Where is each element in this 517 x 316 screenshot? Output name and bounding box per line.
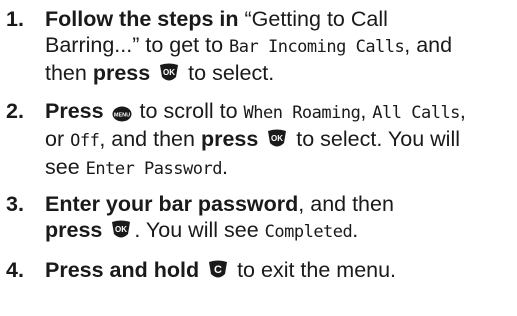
bold-phrase: press <box>200 127 259 151</box>
text: Barring...” to get to <box>45 33 230 57</box>
step-text: Follow the steps in “Getting to Call Bar… <box>45 6 515 86</box>
text: to select. <box>182 61 275 85</box>
ok-key-icon: OK <box>110 219 132 241</box>
text: . You will see <box>134 218 265 242</box>
text: , <box>360 99 373 123</box>
bold-phrase: press <box>92 61 151 85</box>
step-number: 1. <box>6 7 24 31</box>
text: to select. You will <box>290 127 461 151</box>
step-text: Press and hold C to exit the menu. <box>45 257 515 283</box>
text: , and then <box>99 127 201 151</box>
clear-key-icon: C <box>207 259 229 281</box>
text: to exit the menu. <box>231 258 397 282</box>
ok-key-icon: OK <box>158 62 180 84</box>
display-text-off: Off <box>70 131 100 151</box>
display-text-when-roaming: When Roaming <box>243 103 361 123</box>
step-number: 2. <box>6 99 24 123</box>
display-text-bar-incoming-calls: Bar Incoming Calls <box>229 37 405 57</box>
text: to scroll to <box>133 99 244 123</box>
text: or <box>45 127 71 151</box>
bold-phrase: Enter your bar password <box>45 192 299 216</box>
menu-key-icon: MENU <box>112 106 132 122</box>
text: . <box>221 155 228 179</box>
display-text-all-calls: All Calls <box>372 103 460 123</box>
text: “Getting to Call <box>238 7 388 31</box>
text: , and <box>404 33 453 57</box>
bold-phrase: Press <box>45 99 104 123</box>
step-number: 4. <box>6 258 24 282</box>
text: see <box>45 155 86 179</box>
text: , <box>459 99 466 123</box>
text: . <box>352 218 359 242</box>
clear-key-label: C <box>214 264 222 276</box>
bold-phrase: Press and hold <box>45 258 200 282</box>
step-text: Press MENU to scroll to When Roaming, Al… <box>45 98 515 182</box>
step-text: Enter your bar password, and then press … <box>45 191 515 245</box>
display-text-enter-password: Enter Password <box>85 159 223 179</box>
ok-key-label: OK <box>271 134 283 143</box>
text: , and then <box>298 192 394 216</box>
bold-phrase: press <box>45 218 103 242</box>
text: then <box>45 61 93 85</box>
display-text-completed: Completed <box>264 222 353 242</box>
menu-key-label: MENU <box>113 113 129 119</box>
ok-key-label: OK <box>115 225 127 234</box>
ok-key-icon: OK <box>266 128 288 150</box>
ok-key-label: OK <box>163 68 175 77</box>
bold-phrase: Follow the steps in <box>45 7 239 31</box>
step-number: 3. <box>6 192 24 216</box>
